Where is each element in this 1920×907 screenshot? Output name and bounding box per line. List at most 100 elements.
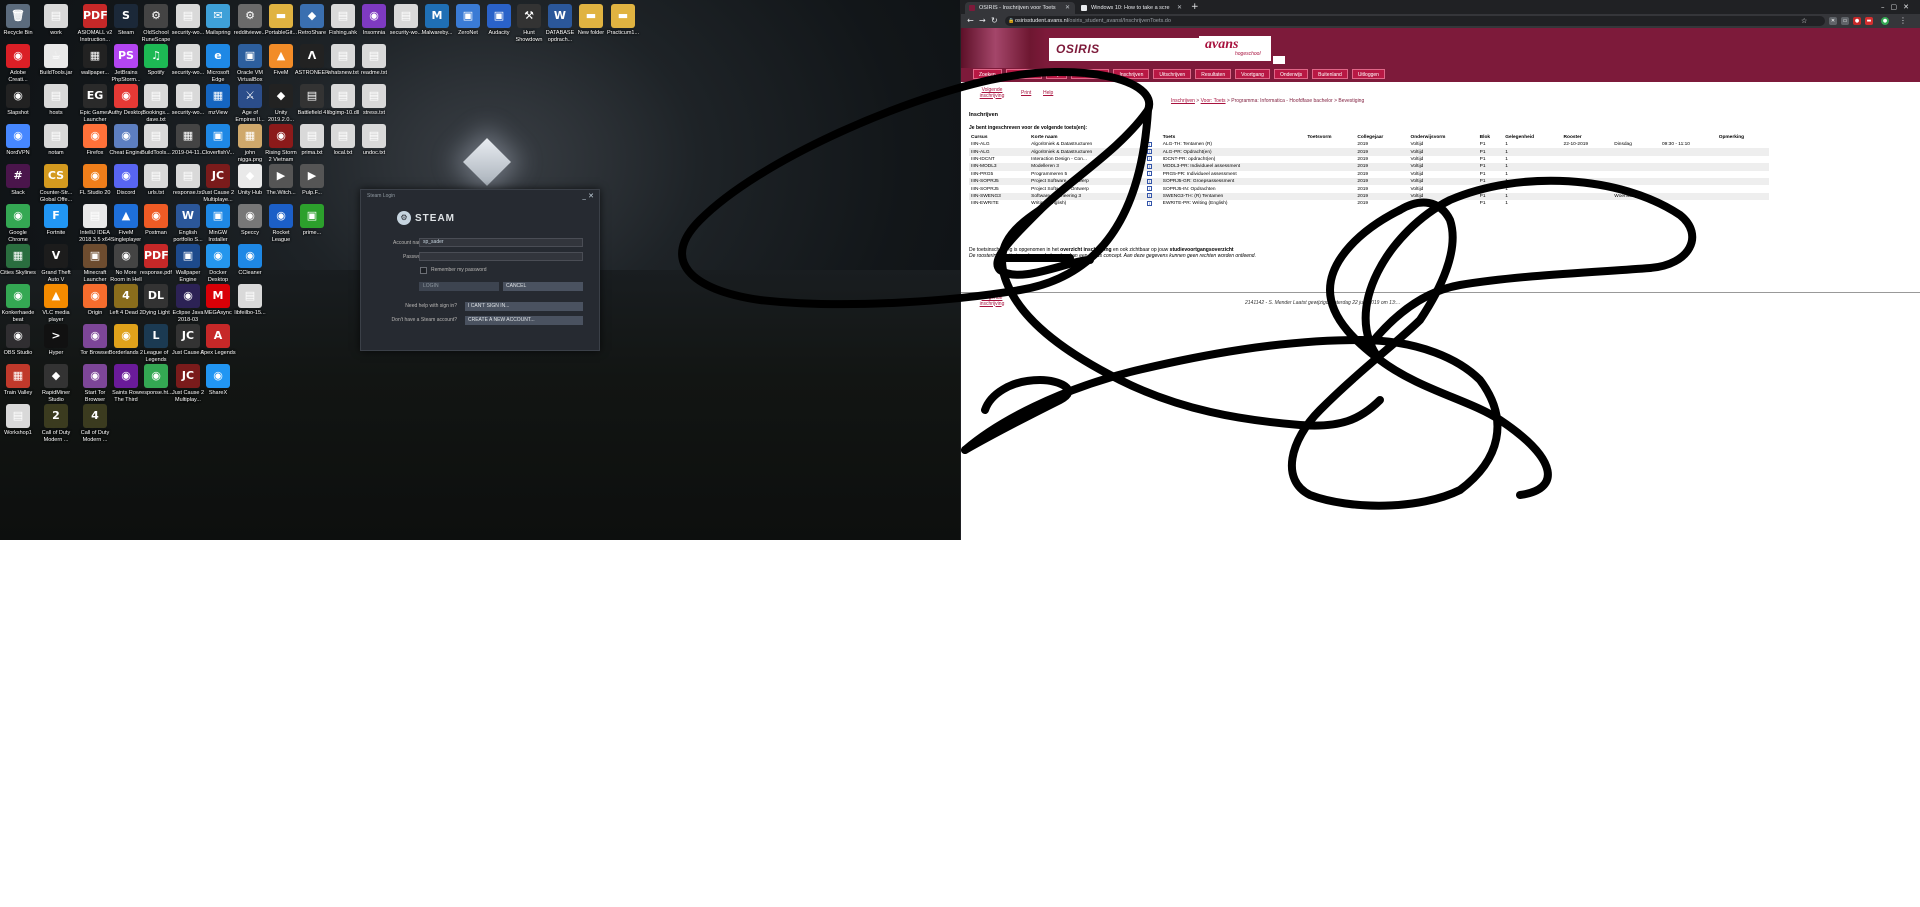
desktop-icon[interactable]: > Hyper — [38, 324, 74, 357]
password-input[interactable] — [419, 252, 583, 261]
desktop-icon[interactable]: PDF response.pdf — [138, 244, 174, 277]
desktop-icon[interactable]: ▤ notam — [38, 124, 74, 157]
profile-avatar-icon[interactable]: ● — [1881, 17, 1889, 25]
extension-x-icon[interactable]: ✕ — [1829, 17, 1837, 25]
desktop-icon[interactable]: ◉ Postman — [138, 204, 174, 237]
desktop-icon[interactable]: DL Dying Light — [138, 284, 174, 317]
desktop-icon[interactable]: ◉ OBS Studio — [0, 324, 36, 357]
desktop-icon[interactable]: ▤ libfeilbo-15... — [232, 284, 268, 317]
bookmark-star-icon[interactable]: ☆ — [1801, 14, 1807, 28]
breadcrumb-voor-toets[interactable]: Voor: Toets — [1201, 98, 1226, 104]
desktop-icon[interactable]: 🗑 Recycle Bin — [0, 4, 36, 37]
menu-item-onderwijs[interactable]: Onderwijs — [1273, 69, 1309, 79]
desktop-icon[interactable]: ◉ ShareX — [200, 364, 236, 397]
info-icon[interactable]: i — [1146, 200, 1152, 206]
next-enrollment-link[interactable]: Volgende inschrijving — [973, 87, 1011, 99]
close-icon[interactable]: ✕ — [1177, 2, 1182, 14]
cant-sign-in-button[interactable]: I CAN'T SIGN IN... — [465, 302, 583, 311]
desktop-icon[interactable]: ▣ MinGW Installer — [200, 204, 236, 243]
extension-red-icon[interactable]: ● — [1853, 17, 1861, 25]
info-icon[interactable]: i — [1146, 149, 1152, 155]
reload-icon[interactable]: ↻ — [991, 14, 998, 28]
login-button[interactable]: LOGIN — [419, 282, 499, 291]
desktop-icon[interactable]: JC Just Cause 2 Multiplaye... — [200, 164, 236, 203]
help-link[interactable]: Help — [1043, 90, 1053, 97]
desktop-icon[interactable]: M MEGAsync — [200, 284, 236, 317]
desktop-icon[interactable]: ◉ CCleaner — [232, 244, 268, 277]
desktop-icon[interactable]: ◉ Konkerhaede beat — [0, 284, 36, 323]
tab-windows-screenshot[interactable]: Windows 10: How to take a scre ✕ — [1077, 2, 1187, 14]
menu-item-inschrijven[interactable]: Inschrijven — [1113, 69, 1150, 79]
new-tab-button[interactable]: + — [1191, 0, 1199, 14]
desktop-icon[interactable]: 2 Call of Duty Modern ... — [38, 404, 74, 443]
desktop-icon[interactable]: e Microsoft Edge — [200, 44, 236, 83]
info-icon[interactable]: i — [1146, 156, 1152, 162]
desktop-icon[interactable]: 4 Call of Duty Modern ... — [77, 404, 113, 443]
menu-item-uitschrijven[interactable]: Uitschrijven — [1153, 69, 1192, 79]
desktop-icon[interactable]: ◉ response.ht... — [138, 364, 174, 397]
desktop-icon[interactable]: ◉ Slapshot — [0, 84, 36, 117]
desktop-icon[interactable]: ▤ urls.txt — [138, 164, 174, 197]
desktop-icon[interactable]: ▶ Pulp.F... — [294, 164, 330, 197]
desktop-icon[interactable]: ▬ Practicum1... — [605, 4, 641, 37]
steam-window-controls[interactable]: _ ✕ — [582, 192, 594, 200]
info-icon[interactable]: i — [1146, 178, 1152, 184]
close-icon[interactable]: ✕ — [1065, 2, 1070, 14]
remember-checkbox[interactable] — [420, 267, 427, 274]
print-link[interactable]: Print — [1021, 90, 1031, 97]
desktop-icon[interactable]: ◆ RapidMiner Studio — [38, 364, 74, 403]
desktop-icon[interactable]: V Grand Theft Auto V — [38, 244, 74, 283]
menu-kebab-icon[interactable]: ⋮ — [1899, 14, 1907, 28]
desktop-icon[interactable]: ✉ Mailspring — [200, 4, 236, 37]
menu-item-begeleiding[interactable]: Begeleiding — [1071, 69, 1110, 79]
menu-item-uitloggen[interactable]: Uitloggen — [1351, 69, 1385, 79]
desktop-icon[interactable]: ▣ prime... — [294, 204, 330, 237]
desktop-icon[interactable]: ♫ Spotify — [138, 44, 174, 77]
desktop-icon[interactable]: # Slack — [0, 164, 36, 197]
desktop-icon[interactable]: ▤ Bookings... dave.txt — [138, 84, 174, 123]
desktop-icon[interactable]: F Fortnite — [38, 204, 74, 237]
menu-item-voortgang[interactable]: Voortgang — [1235, 69, 1270, 79]
cast-icon[interactable]: ▭ — [1841, 17, 1849, 25]
window-controls[interactable]: –▢✕ — [1881, 1, 1915, 13]
info-icon[interactable]: i — [1146, 193, 1152, 199]
desktop-icon[interactable]: ▤ Workshop1 — [0, 404, 36, 437]
desktop[interactable]: 🗑 Recycle Bin ▤ work PDF ASIOMALL v2 Instruct… — [0, 0, 960, 540]
desktop-icon[interactable]: ▤ undoc.txt — [356, 124, 392, 157]
desktop-icon[interactable]: ◉ Insomnia — [356, 4, 392, 37]
desktop-icon[interactable]: CS Counter-Str... Global Offe... — [38, 164, 74, 203]
info-icon[interactable]: i — [1146, 186, 1152, 192]
info-icon[interactable]: i — [1146, 171, 1152, 177]
tab-osiris[interactable]: OSIRIS - Inschrijven voor Toets ✕ — [965, 2, 1075, 14]
info-icon[interactable]: i — [1146, 141, 1152, 147]
desktop-icon[interactable]: ☕ BuildTools.jar — [38, 44, 74, 77]
menu-item-resultaten[interactable]: Resultaten — [1195, 69, 1232, 79]
desktop-icon[interactable]: ▣ CloverfishV... — [200, 124, 236, 157]
desktop-icon[interactable]: ▦ Cities Skylines — [0, 244, 36, 277]
menu-item-persoonlijk[interactable]: Persoonlijk — [1005, 69, 1043, 79]
menu-item-zoeken[interactable]: Zoeken — [973, 69, 1002, 79]
breadcrumb-inschrijven[interactable]: Inschrijven — [1171, 98, 1195, 104]
desktop-icon[interactable]: ▦ Train Valley — [0, 364, 36, 397]
info-icon[interactable]: i — [1146, 163, 1152, 169]
desktop-icon[interactable]: ◉ Google Chrome — [0, 204, 36, 243]
desktop-icon[interactable]: ◉ Docker Desktop — [200, 244, 236, 283]
desktop-icon[interactable]: L League of Legends — [138, 324, 174, 363]
desktop-icon[interactable]: ▬ New folder — [573, 4, 609, 37]
desktop-icon[interactable]: A Apex Legends — [200, 324, 236, 357]
bottom-next-enrollment-link[interactable]: Volgende inschrijving — [973, 295, 1011, 307]
forward-arrow-icon[interactable]: → — [979, 14, 986, 28]
desktop-icon[interactable]: ▤ stress.txt — [356, 84, 392, 117]
account-name-input[interactable]: sp_sader — [419, 238, 583, 247]
desktop-icon[interactable]: ▲ VLC media player — [38, 284, 74, 323]
menu-item-buitenland[interactable]: Buitenland — [1312, 69, 1348, 79]
menu-item-mijn[interactable]: Mijn — [1046, 69, 1068, 79]
desktop-icon[interactable]: ⚙ OldSchool RuneScape — [138, 4, 174, 43]
extension-block-icon[interactable]: ▬ — [1865, 17, 1873, 25]
create-account-button[interactable]: CREATE A NEW ACCOUNT... — [465, 316, 583, 325]
back-arrow-icon[interactable]: ← — [967, 14, 974, 28]
cancel-button[interactable]: CANCEL — [503, 282, 583, 291]
desktop-icon[interactable]: ▤ work — [38, 4, 74, 37]
desktop-icon[interactable]: ▦ mzView — [200, 84, 236, 117]
desktop-icon[interactable]: ▤ readme.txt — [356, 44, 392, 77]
